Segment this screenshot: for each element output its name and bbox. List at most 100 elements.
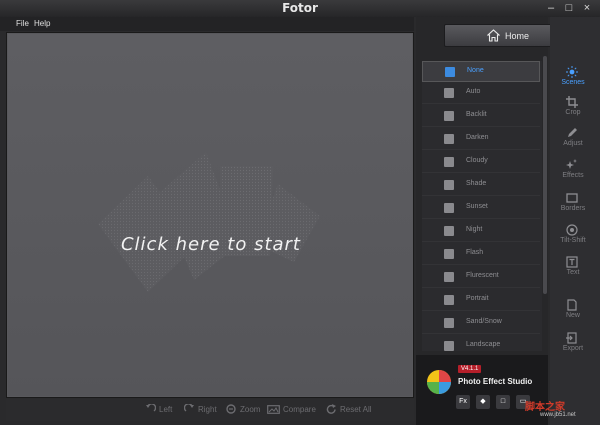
scene-item-flash[interactable]: Flash <box>422 244 540 265</box>
compare-icon <box>267 405 280 414</box>
scene-label: Flurescent <box>466 272 499 279</box>
fluorescent-icon <box>444 272 454 282</box>
scene-item-flurescent[interactable]: Flurescent <box>422 267 540 288</box>
camera-icon <box>444 88 454 98</box>
app-title: Fotor <box>282 1 318 15</box>
rotate-right-icon <box>184 404 194 412</box>
compare-label: Compare <box>283 405 316 414</box>
fx-badge: Fx <box>456 395 470 409</box>
scene-item-portrait[interactable]: Portrait <box>422 290 540 311</box>
photo-effect-studio-promo[interactable]: V4.1.1 Photo Effect Studio Fx ◆ □ ▭ <box>416 355 548 425</box>
scene-item-shade[interactable]: Shade <box>422 175 540 196</box>
scene-item-sunset[interactable]: Sunset <box>422 198 540 219</box>
darken-icon <box>444 134 454 144</box>
scene-item-cloudy[interactable]: Cloudy <box>422 152 540 173</box>
scene-none-icon <box>445 67 455 77</box>
nav-adjust[interactable]: Adjust <box>550 125 596 155</box>
click-to-start-text: Click here to start <box>120 234 301 255</box>
crop-icon <box>566 96 578 108</box>
scene-label: Auto <box>466 88 481 95</box>
promo-title: Photo Effect Studio <box>458 377 533 386</box>
zoom-icon <box>226 404 236 414</box>
shade-icon <box>444 180 454 190</box>
nav-scenes[interactable]: Scenes <box>550 64 596 94</box>
nav-text-label: Text <box>566 269 580 276</box>
scene-label: Darken <box>466 134 489 141</box>
nav-borders-label: Borders <box>560 205 586 212</box>
site-watermark-url: www.jb51.net <box>540 412 576 418</box>
rotate-left-icon <box>146 404 156 412</box>
nav-borders[interactable]: Borders <box>550 190 596 220</box>
diamond-badge: ◆ <box>476 395 490 409</box>
snow-icon <box>444 318 454 328</box>
nav-tilt-shift-label: Tilt-Shift <box>560 237 586 244</box>
scene-label: Backlit <box>466 111 487 118</box>
close-button[interactable]: × <box>580 2 594 14</box>
minimize-button[interactable]: – <box>544 2 558 14</box>
scene-label: Portrait <box>466 295 489 302</box>
new-file-icon <box>567 299 577 311</box>
nav-adjust-label: Adjust <box>563 140 583 147</box>
backlit-icon <box>444 111 454 121</box>
reset-all-label: Reset All <box>340 405 372 414</box>
fotor-window: Fotor – □ × File Help Click here to star… <box>0 0 600 425</box>
scene-item-landscape[interactable]: Landscape <box>422 336 540 351</box>
scene-list-scrollbar[interactable] <box>543 56 547 294</box>
photo-stack-icon <box>98 152 320 292</box>
nav-tilt-shift[interactable]: Tilt-Shift <box>550 222 596 252</box>
scene-item-backlit[interactable]: Backlit <box>422 106 540 127</box>
scene-label: Cloudy <box>466 157 488 164</box>
nav-new[interactable]: New <box>550 297 596 327</box>
nav-text[interactable]: Text <box>550 254 596 284</box>
bottom-toolbar: Left Right Zoom Compare Reset All <box>6 399 414 421</box>
image-canvas[interactable]: Click here to start <box>6 32 414 398</box>
scene-item-auto[interactable]: Auto <box>422 83 540 104</box>
reset-icon <box>326 404 336 414</box>
target-icon <box>566 224 578 236</box>
scene-label: Flash <box>466 249 484 256</box>
scene-item-night[interactable]: Night <box>422 221 540 242</box>
flash-icon <box>444 249 454 259</box>
border-icon <box>566 193 578 203</box>
scene-list: None Auto Backlit Darken Cloudy Shade Su… <box>422 61 542 351</box>
nav-effects[interactable]: Effects <box>550 157 596 187</box>
nav-effects-label: Effects <box>562 172 584 179</box>
landscape-icon <box>444 341 454 351</box>
scene-label: Night <box>466 226 483 233</box>
rotate-right-label: Right <box>198 405 217 414</box>
frame-badge: □ <box>496 395 510 409</box>
scene-label: Sunset <box>466 203 488 210</box>
nav-new-label: New <box>565 312 580 319</box>
zoom-label: Zoom <box>240 405 261 414</box>
maximize-button[interactable]: □ <box>562 2 576 14</box>
title-bar[interactable]: Fotor – □ × <box>0 0 600 17</box>
sunset-icon <box>444 203 454 213</box>
sparkle-icon <box>566 159 577 169</box>
rotate-left-label: Left <box>159 405 173 414</box>
nav-crop-label: Crop <box>565 109 581 116</box>
scene-label: Sand/Snow <box>466 318 502 325</box>
version-badge: V4.1.1 <box>458 365 482 373</box>
scene-label: None <box>467 67 484 74</box>
scene-item-darken[interactable]: Darken <box>422 129 540 150</box>
nav-scenes-label: Scenes <box>561 79 585 86</box>
menu-help[interactable]: Help <box>34 19 50 28</box>
portrait-icon <box>444 295 454 305</box>
scene-item-sand-snow[interactable]: Sand/Snow <box>422 313 540 334</box>
site-watermark: 脚本之家 <box>525 402 565 413</box>
menu-bar: File Help <box>0 17 414 31</box>
nav-export[interactable]: Export <box>550 330 596 360</box>
scene-label: Landscape <box>466 341 501 348</box>
scene-label: Shade <box>466 180 487 187</box>
text-icon <box>566 256 578 268</box>
export-icon <box>566 332 577 344</box>
pencil-icon <box>568 128 577 137</box>
scene-item-none[interactable]: None <box>422 61 540 82</box>
cloud-icon <box>444 157 454 167</box>
nav-export-label: Export <box>562 345 584 352</box>
canvas-area: Click here to start <box>8 34 412 396</box>
menu-file[interactable]: File <box>16 19 29 28</box>
sun-icon <box>566 66 578 78</box>
moon-icon <box>444 226 454 236</box>
nav-crop[interactable]: Crop <box>550 94 596 124</box>
